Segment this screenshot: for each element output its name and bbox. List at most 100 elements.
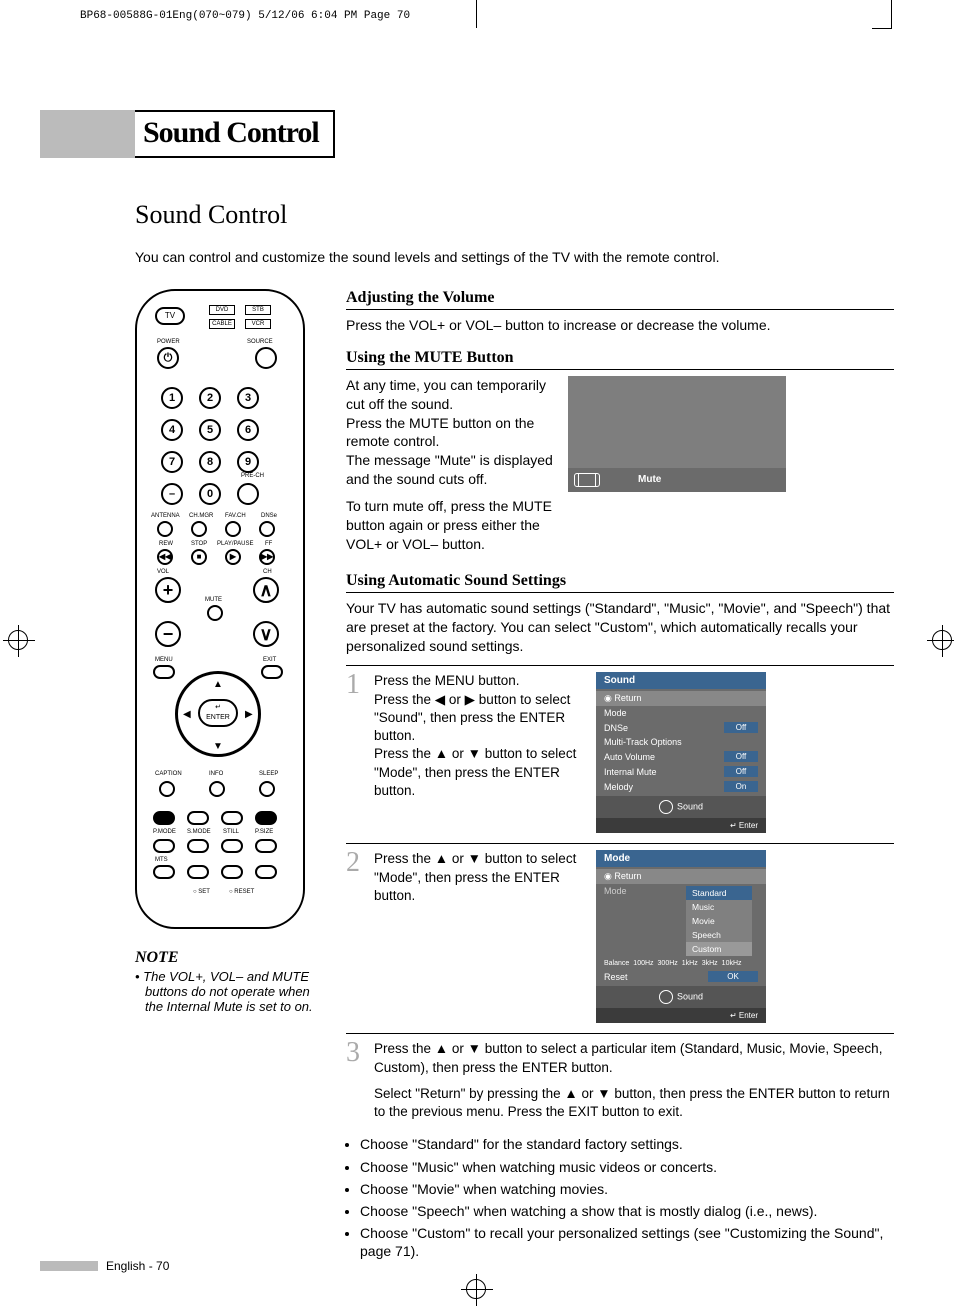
exit-button [261, 665, 283, 679]
vol-label: VOL [157, 569, 169, 575]
remote-stb: STB [245, 305, 271, 315]
ff-button: ▶▶ [259, 549, 275, 565]
mute-icon [578, 473, 596, 487]
bullet-music: Choose "Music" when watching music video… [360, 1158, 894, 1176]
arrow-up-icon: ▲ [213, 679, 223, 690]
intro-paragraph: You can control and customize the sound … [135, 248, 894, 267]
pmode-button [153, 839, 175, 853]
page-footer: English - 70 [40, 1259, 169, 1273]
caption-label: CAPTION [155, 771, 182, 777]
color-button-1 [153, 811, 175, 825]
ch-down: ∨ [253, 621, 279, 647]
mode-descriptions: Choose "Standard" for the standard facto… [346, 1135, 894, 1260]
rew-label: REW [159, 541, 173, 547]
crop-header: BP68-00588G-01Eng(070~079) 5/12/06 6:04 … [80, 10, 410, 22]
extra-button-2 [221, 865, 243, 879]
exit-label: EXIT [263, 657, 276, 663]
num-6: 6 [237, 419, 259, 441]
smode-button [187, 839, 209, 853]
bullet-movie: Choose "Movie" when watching movies. [360, 1180, 894, 1198]
remote-control-diagram: TV DVD STB CABLE VCR POWER ⏻ SOURCE 1 2 … [135, 289, 305, 929]
antenna-button [157, 521, 173, 537]
prech-label: PRE-CH [241, 473, 264, 479]
remote-dvd: DVD [209, 305, 235, 315]
bullet-custom: Choose "Custom" to recall your personali… [360, 1224, 894, 1260]
num-7: 7 [161, 451, 183, 473]
sleep-label: SLEEP [259, 771, 278, 777]
num-5: 5 [199, 419, 221, 441]
sleep-button [259, 781, 275, 797]
psize-label: P.SIZE [255, 829, 273, 835]
dnse-button [259, 521, 275, 537]
color-button-4 [255, 811, 277, 825]
psize-button [255, 839, 277, 853]
arrow-down-icon: ▼ [213, 741, 223, 752]
enter-button: ↵ENTER [198, 699, 238, 727]
source-label: SOURCE [247, 339, 273, 345]
osd-mute-screenshot: Mute [568, 376, 786, 492]
crop-mark [872, 28, 892, 29]
step-3-text: Press the ▲ or ▼ button to select a part… [374, 1040, 894, 1076]
arrow-right-icon: ▶ [245, 709, 253, 720]
menu-label: MENU [155, 657, 173, 663]
step-1-text: Press the MENU button. Press the ◀ or ▶ … [374, 672, 586, 833]
num-8: 8 [199, 451, 221, 473]
extra-button-1 [187, 865, 209, 879]
adjust-volume-text: Press the VOL+ or VOL– button to increas… [346, 316, 894, 335]
subhead-adjust-volume: Adjusting the Volume [346, 289, 894, 310]
smode-label: S.MODE [187, 829, 211, 835]
chapter-title-bar: Sound Control [40, 110, 894, 158]
set-label: ○ SET [193, 889, 210, 895]
vol-minus: − [155, 621, 181, 647]
bullet-speech: Choose "Speech" when watching a show tha… [360, 1202, 894, 1220]
stop-label: STOP [191, 541, 207, 547]
note-title: NOTE [135, 949, 320, 967]
antenna-label: ANTENNA [151, 513, 180, 519]
num-9: 9 [237, 451, 259, 473]
osd-sound-menu: Sound ◉ Return Mode DNSeOff Multi-Track … [596, 672, 766, 833]
num-2: 2 [199, 387, 221, 409]
chmgr-label: CH.MGR [189, 513, 213, 519]
dash-button: – [161, 483, 183, 505]
still-label: STILL [223, 829, 239, 835]
step-number-3: 3 [346, 1040, 364, 1121]
ff-label: FF [265, 541, 272, 547]
step-number-2: 2 [346, 850, 364, 1023]
num-4: 4 [161, 419, 183, 441]
reset-label: ○ RESET [229, 889, 254, 895]
section-title: Sound Control [135, 200, 894, 230]
mute-para-2: To turn mute off, press the MUTE button … [346, 497, 556, 554]
auto-sound-intro: Your TV has automatic sound settings ("S… [346, 599, 894, 656]
play-label: PLAY/PAUSE [217, 541, 253, 547]
subhead-mute: Using the MUTE Button [346, 349, 894, 370]
arrow-left-icon: ◀ [183, 709, 191, 720]
color-button-3 [221, 811, 243, 825]
favch-button [225, 521, 241, 537]
osd-mode-menu: Mode ◉ Return Mode Standard Music Movie … [596, 850, 766, 1023]
num-0: 0 [199, 483, 221, 505]
num-1: 1 [161, 387, 183, 409]
chapter-title: Sound Control [135, 110, 335, 158]
crop-mark [891, 0, 892, 28]
info-label: INFO [209, 771, 223, 777]
prech-button [237, 483, 259, 505]
vol-plus: + [155, 577, 181, 603]
subhead-auto-sound: Using Automatic Sound Settings [346, 572, 894, 593]
mute-label: MUTE [205, 597, 222, 603]
menu-button [153, 665, 175, 679]
remote-vcr: VCR [245, 319, 271, 329]
mts-label: MTS [155, 857, 168, 863]
note-block: NOTE • The VOL+, VOL– and MUTE buttons d… [135, 949, 320, 1014]
osd-mode-title: Mode [596, 850, 766, 867]
mute-para-1: At any time, you can temporarily cut off… [346, 376, 556, 489]
favch-label: FAV.CH [225, 513, 246, 519]
extra-button-3 [255, 865, 277, 879]
mute-osd-label: Mute [638, 474, 661, 485]
page-number: English - 70 [106, 1259, 169, 1273]
dnse-label: DNSe [261, 513, 277, 519]
step-2-text: Press the ▲ or ▼ button to select "Mode"… [374, 850, 586, 1023]
osd-title: Sound [596, 672, 766, 689]
registration-mark [932, 630, 952, 650]
chmgr-button [191, 521, 207, 537]
source-button [255, 347, 277, 369]
